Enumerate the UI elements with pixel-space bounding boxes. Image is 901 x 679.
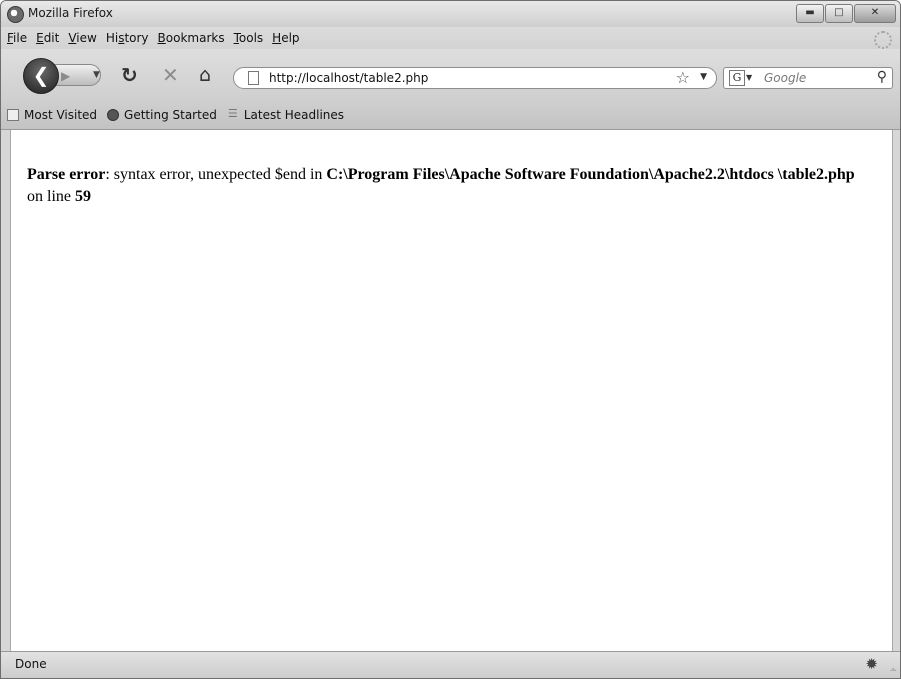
url-text[interactable]: http://localhost/table2.php [269, 71, 428, 85]
bookmark-label: Getting Started [124, 108, 217, 122]
menu-help[interactable]: Help [272, 31, 299, 45]
maximize-button[interactable]: □ [825, 4, 853, 23]
bookmark-label: Most Visited [24, 108, 98, 122]
minimize-button[interactable]: ▬ [796, 4, 824, 23]
url-dropdown-icon[interactable]: ▼ [700, 72, 707, 82]
menu-file[interactable]: File [7, 31, 27, 45]
error-line-prefix: on line [27, 188, 75, 205]
firefox-bookmark-icon [107, 109, 120, 121]
rss-feed-icon: ☰ [227, 107, 238, 120]
bookmark-most-visited[interactable]: Most Visited [7, 108, 97, 122]
status-bar: Done ✹ ∸ [1, 651, 900, 678]
menu-bookmarks[interactable]: Bookmarks [158, 31, 225, 45]
error-text: : syntax error, unexpected $end in [105, 166, 327, 183]
url-bar[interactable]: http://localhost/table2.php ☆ ▼ [233, 67, 717, 89]
error-path: C:\Program Files\Apache Software Foundat… [326, 166, 855, 183]
history-dropdown-icon[interactable]: ▼ [93, 70, 100, 80]
firefox-logo-icon [7, 6, 24, 23]
resize-grip-icon[interactable]: ∸ [889, 666, 897, 676]
bookmark-latest-headlines[interactable]: ☰ Latest Headlines [227, 108, 344, 122]
reload-icon[interactable]: ↻ [121, 64, 138, 86]
error-line-number: 59 [75, 188, 91, 205]
page-icon [248, 71, 259, 85]
navigation-toolbar: ▶ ▼ ❮ ↻ ✕ ⌂ http://localhost/table2.php … [1, 49, 900, 101]
google-engine-icon[interactable]: G [729, 70, 745, 86]
page-content: Parse error: syntax error, unexpected $e… [10, 130, 893, 652]
stop-icon[interactable]: ✕ [162, 64, 179, 86]
back-button[interactable]: ❮ [23, 58, 59, 94]
menu-bar: File Edit View History Bookmarks Tools H… [1, 27, 900, 49]
window-title: Mozilla Firefox [28, 6, 113, 20]
bookmark-label: Latest Headlines [243, 108, 345, 122]
bookmark-getting-started[interactable]: Getting Started [107, 108, 217, 122]
status-text: Done [15, 657, 47, 671]
home-icon[interactable]: ⌂ [199, 64, 211, 86]
menu-tools[interactable]: Tools [234, 31, 264, 45]
search-icon[interactable]: ⚲ [877, 69, 887, 85]
browser-window: Mozilla Firefox ▬ □ ✕ File Edit View His… [0, 0, 901, 679]
php-error-message: Parse error: syntax error, unexpected $e… [27, 164, 857, 208]
bookmarks-toolbar: Most Visited Getting Started ☰ Latest He… [1, 101, 900, 130]
addon-status-icon[interactable]: ✹ [865, 655, 878, 673]
menu-edit[interactable]: Edit [36, 31, 59, 45]
bookmark-folder-icon [7, 109, 19, 121]
title-bar: Mozilla Firefox ▬ □ ✕ [1, 1, 900, 27]
engine-dropdown-icon[interactable]: ▼ [746, 73, 752, 82]
search-input[interactable]: Google [764, 71, 806, 85]
throbber-icon [874, 31, 892, 49]
bookmark-star-icon[interactable]: ☆ [676, 68, 690, 88]
search-bar[interactable]: G ▼ Google ⚲ [723, 67, 893, 89]
error-label: Parse error [27, 166, 106, 183]
menu-history[interactable]: History [106, 31, 149, 45]
close-button[interactable]: ✕ [854, 4, 896, 23]
menu-view[interactable]: View [68, 31, 96, 45]
window-controls: ▬ □ ✕ [796, 4, 896, 23]
